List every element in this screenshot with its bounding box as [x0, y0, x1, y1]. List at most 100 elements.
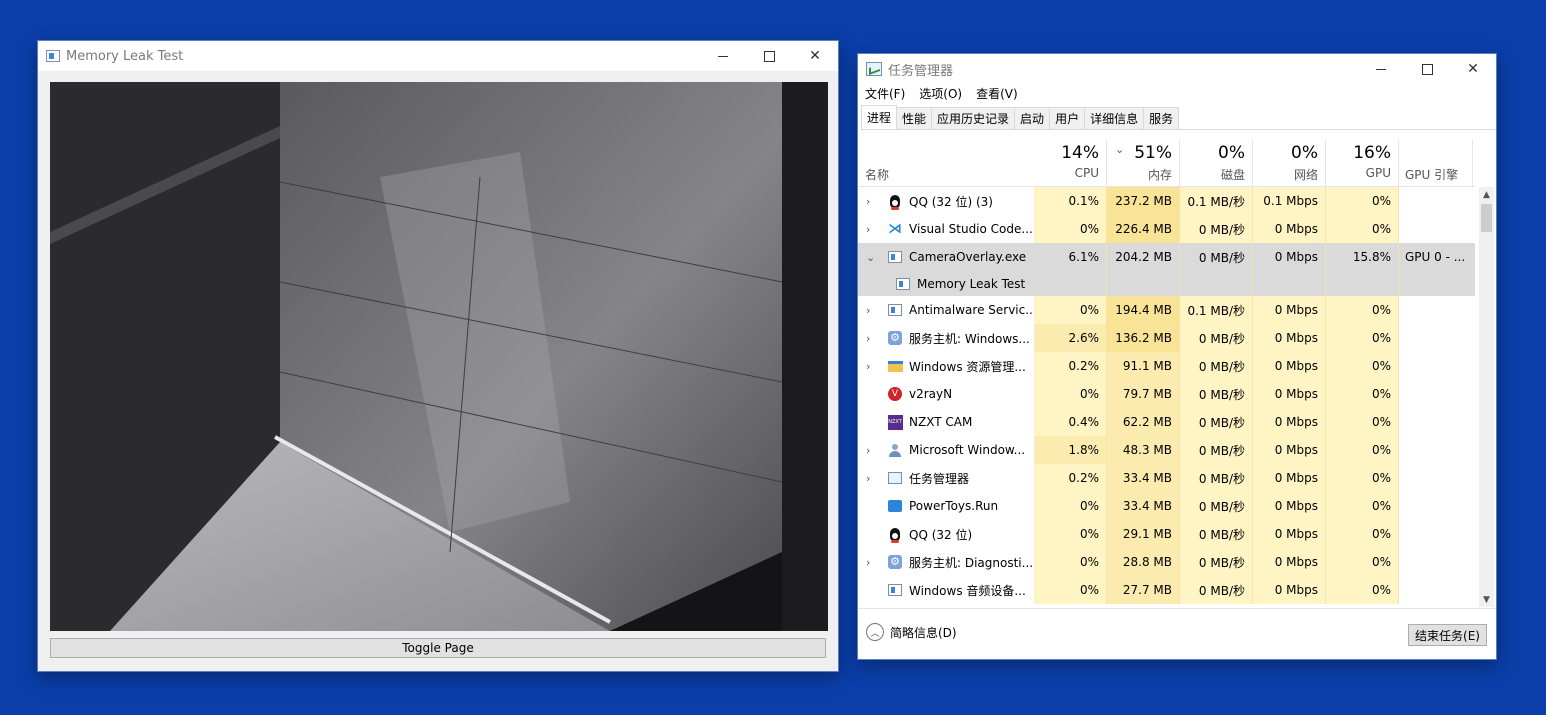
process-row[interactable]: › Antimalware Servic... 0% 194.4 MB 0.1 MB/秒…	[858, 296, 1475, 324]
expand-chevron-icon[interactable]: ›	[866, 223, 876, 236]
tab-6[interactable]: 服务	[1143, 107, 1180, 129]
net-cell: 0 Mbps	[1253, 352, 1326, 380]
column-gpu-engine-header[interactable]: GPU 引擎	[1399, 140, 1473, 186]
tab-2[interactable]: 应用历史记录	[931, 107, 1016, 129]
cpu-total: 14%	[1061, 143, 1099, 163]
process-row[interactable]: › ⚙ 服务主机: Windows... 2.6% 136.2 MB 0 MB/秒 0 Mb…	[858, 324, 1475, 352]
column-network-header[interactable]: 0% 网络	[1253, 140, 1326, 186]
column-name-header[interactable]: 名称	[865, 166, 889, 183]
toggle-page-button[interactable]: Toggle Page	[50, 638, 826, 658]
end-task-button[interactable]: 结束任务(E)	[1408, 624, 1487, 646]
gpu-cell: 0%	[1326, 548, 1399, 576]
tab-1[interactable]: 性能	[896, 107, 933, 129]
column-cpu-header[interactable]: 14% CPU	[1034, 140, 1107, 186]
process-row[interactable]: ⌄ CameraOverlay.exe 6.1% 204.2 MB 0 MB/秒 0 Mb…	[858, 243, 1475, 271]
gpu-engine-label: GPU 引擎	[1405, 168, 1459, 182]
process-row[interactable]: Memory Leak Test	[858, 271, 1475, 296]
gpu-engine-cell	[1399, 548, 1473, 576]
mem-cell: 237.2 MB	[1107, 187, 1180, 215]
tab-3[interactable]: 启动	[1014, 107, 1051, 129]
cpu-cell: 2.6%	[1034, 324, 1107, 352]
disk-cell: 0.1 MB/秒	[1180, 187, 1253, 215]
close-button[interactable]	[792, 41, 838, 71]
net-cell: 0 Mbps	[1253, 380, 1326, 408]
column-gpu-header[interactable]: 16% GPU	[1326, 140, 1399, 186]
net-cell: 0 Mbps	[1253, 464, 1326, 492]
gpu-cell: 15.8%	[1326, 243, 1399, 271]
process-row[interactable]: › ⋊ Visual Studio Code... 0% 226.4 MB 0 MB/秒 0…	[858, 215, 1475, 243]
process-row[interactable]: NZXT NZXT CAM 0.4% 62.2 MB 0 MB/秒 0 Mbps 0%	[858, 408, 1475, 436]
window-app-icon	[887, 249, 903, 265]
process-name: CameraOverlay.exe	[909, 250, 1027, 264]
process-row[interactable]: › 任务管理器 0.2% 33.4 MB 0 MB/秒 0 Mbps 0%	[858, 464, 1475, 492]
column-disk-header[interactable]: 0% 磁盘	[1180, 140, 1253, 186]
expand-chevron-icon[interactable]: ›	[866, 304, 876, 317]
memory-label: 内存	[1147, 168, 1172, 182]
expand-chevron-icon[interactable]: ›	[866, 556, 876, 569]
maximize-button[interactable]	[746, 41, 792, 71]
mem-cell	[1107, 271, 1180, 296]
process-row[interactable]: › ⚙ 服务主机: Diagnosti... 0% 28.8 MB 0 MB/秒 0 Mbp…	[858, 548, 1475, 576]
nzxt-icon: NZXT	[887, 414, 903, 430]
v2rayn-icon: V	[887, 386, 903, 402]
tab-4[interactable]: 用户	[1049, 107, 1086, 129]
menu-item-2[interactable]: 查看(V)	[969, 85, 1025, 102]
process-row[interactable]: QQ (32 位) 0% 29.1 MB 0 MB/秒 0 Mbps 0%	[858, 520, 1475, 548]
minimize-button[interactable]	[1358, 54, 1404, 84]
cpu-cell: 0%	[1034, 520, 1107, 548]
close-button[interactable]	[1450, 54, 1496, 84]
menu-item-0[interactable]: 文件(F)	[858, 85, 912, 102]
network-total: 0%	[1291, 143, 1318, 163]
tab-bar: 进程 性能 应用历史记录 启动 用户 详细信息 服务	[861, 105, 1496, 130]
scroll-down-icon[interactable]: ▼	[1479, 592, 1494, 607]
column-memory-header[interactable]: ⌄ 51% 内存	[1107, 140, 1180, 186]
cpu-cell	[1034, 271, 1107, 296]
disk-total: 0%	[1218, 143, 1245, 163]
process-row[interactable]: Vv2rayN 0% 79.7 MB 0 MB/秒 0 Mbps 0%	[858, 380, 1475, 408]
process-row[interactable]: › QQ (32 位) (3) 0.1% 237.2 MB 0.1 MB/秒 0.1 Mb…	[858, 187, 1475, 215]
cpu-cell: 0.4%	[1034, 408, 1107, 436]
sort-descending-icon: ⌄	[1115, 143, 1125, 156]
tab-0[interactable]: 进程	[861, 105, 898, 129]
process-row[interactable]: PowerToys.Run 0% 33.4 MB 0 MB/秒 0 Mbps 0%	[858, 492, 1475, 520]
scroll-up-icon[interactable]: ▲	[1479, 187, 1494, 202]
expand-chevron-icon[interactable]: ›	[866, 444, 876, 457]
minimize-button[interactable]	[700, 41, 746, 71]
gpu-engine-cell	[1399, 436, 1473, 464]
user-icon	[887, 442, 903, 458]
process-row[interactable]: Windows 音频设备... 0% 27.7 MB 0 MB/秒 0 Mbps 0%	[858, 576, 1475, 604]
gpu-cell: 0%	[1326, 380, 1399, 408]
tab-5[interactable]: 详细信息	[1084, 107, 1145, 129]
menu-item-1[interactable]: 选项(O)	[912, 85, 969, 102]
process-row[interactable]: › Windows 资源管理... 0.2% 91.1 MB 0 MB/秒 0 Mbps 0…	[858, 352, 1475, 380]
scroll-thumb[interactable]	[1481, 204, 1492, 232]
memory-leak-test-window: Memory Leak Test ✕ Toggle Page	[38, 41, 838, 671]
vertical-scrollbar[interactable]: ▲ ▼	[1479, 187, 1494, 607]
process-name: Visual Studio Code...	[909, 222, 1033, 236]
network-label: 网络	[1293, 168, 1318, 182]
window-app-icon	[887, 302, 903, 318]
process-table-header: 名称 14% CPU ⌄ 51% 内存 0% 磁盘 0% 网络 16% GPU …	[858, 140, 1475, 187]
expand-chevron-icon[interactable]: ›	[866, 195, 876, 208]
expand-chevron-icon[interactable]: ›	[866, 360, 876, 373]
net-cell: 0 Mbps	[1253, 492, 1326, 520]
cpu-cell: 0.1%	[1034, 187, 1107, 215]
process-row[interactable]: › Microsoft Window... 1.8% 48.3 MB 0 MB/秒 0 M…	[858, 436, 1475, 464]
gpu-cell: 0%	[1326, 436, 1399, 464]
cpu-cell: 0%	[1034, 296, 1107, 324]
net-cell	[1253, 271, 1326, 296]
title-bar[interactable]: Memory Leak Test	[38, 41, 838, 71]
title-bar[interactable]: 任务管理器	[858, 54, 1496, 84]
process-list: › QQ (32 位) (3) 0.1% 237.2 MB 0.1 MB/秒 0.1 Mb…	[858, 187, 1475, 607]
cpu-cell: 0.2%	[1034, 464, 1107, 492]
expand-chevron-icon[interactable]: ⌄	[866, 251, 876, 264]
fewer-details-button[interactable]: ︿ 简略信息(D)	[866, 623, 957, 641]
expand-chevron-icon[interactable]: ›	[866, 332, 876, 345]
disk-label: 磁盘	[1220, 168, 1245, 182]
cpu-cell: 0%	[1034, 492, 1107, 520]
expand-chevron-icon[interactable]: ›	[866, 472, 876, 485]
maximize-button[interactable]	[1404, 54, 1450, 84]
gpu-engine-cell: GPU 0 - ...	[1399, 243, 1473, 271]
gpu-cell	[1326, 271, 1399, 296]
folder-icon	[887, 358, 903, 374]
